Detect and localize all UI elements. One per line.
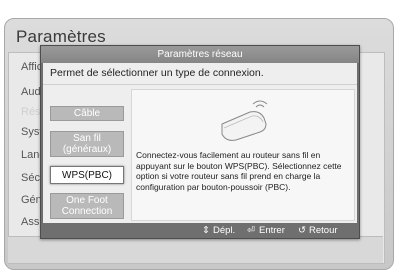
- enter-icon: ⏎: [247, 225, 255, 236]
- enter-label: Entrer: [259, 225, 285, 236]
- option-cable-button[interactable]: Câble: [50, 106, 124, 121]
- option-wireless-general-button[interactable]: San fil (généraux): [50, 131, 124, 157]
- option-info-panel: Connectez-vous facilement au routeur san…: [131, 89, 355, 221]
- option-one-foot-connection-label: One Foot Connection: [61, 195, 113, 217]
- dialog-body: Permet de sélectionner un type de connex…: [43, 63, 357, 223]
- dialog-title: Paramètres réseau: [41, 46, 359, 63]
- updown-icon: ⇕: [202, 225, 210, 236]
- dialog-description: Permet de sélectionner un type de connex…: [50, 67, 264, 79]
- return-icon: ↺: [298, 225, 306, 236]
- divider: [43, 84, 357, 85]
- settings-title: Paramètres: [16, 27, 106, 46]
- option-info-text: Connectez-vous facilement au routeur san…: [136, 150, 342, 192]
- settings-footer-bar: [8, 236, 383, 263]
- return-label: Retour: [309, 225, 338, 236]
- option-wps-pbc-button[interactable]: WPS(PBC): [50, 166, 124, 184]
- option-wireless-general-label: San fil (généraux): [62, 133, 112, 155]
- network-settings-dialog: Paramètres réseau Permet de sélectionner…: [40, 45, 360, 239]
- dialog-footer: ⇕ Dépl. ⏎ Entrer ↺ Retour: [41, 223, 359, 238]
- router-wps-icon: [221, 100, 268, 141]
- move-label: Dépl.: [213, 225, 236, 236]
- option-one-foot-connection-button[interactable]: One Foot Connection: [50, 193, 124, 219]
